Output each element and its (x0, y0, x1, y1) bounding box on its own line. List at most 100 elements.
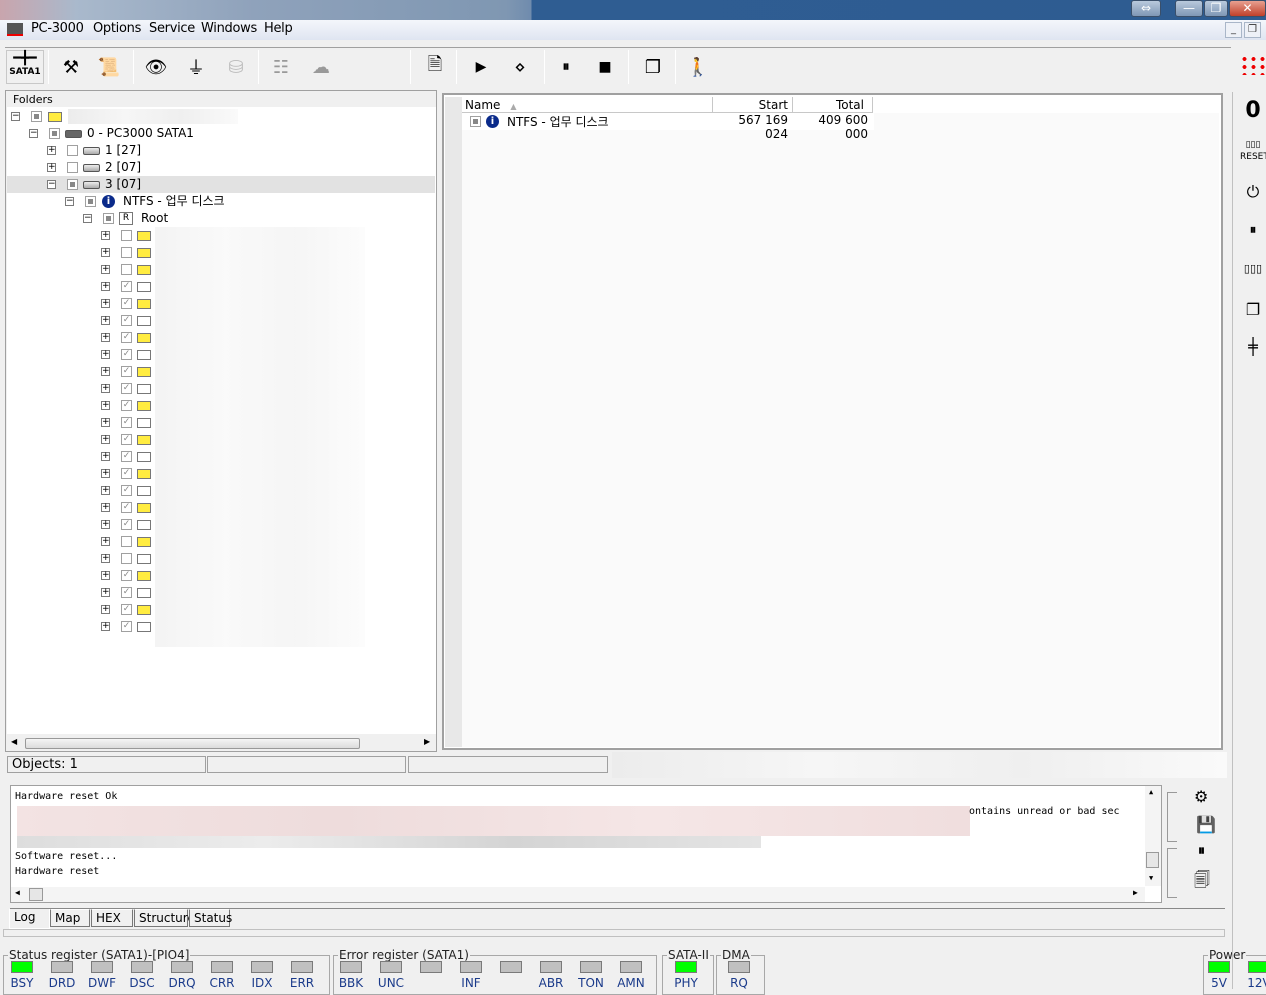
expand-icon[interactable]: + (47, 163, 56, 172)
flowchart-icon[interactable]: ⋄ (505, 52, 535, 82)
tree-drive-row-selected[interactable]: − 3 [07] (7, 176, 435, 193)
info-scroll-icon[interactable]: 📜 (94, 52, 124, 82)
tree-root-folder-row[interactable]: − R Root (7, 210, 435, 227)
expand-icon[interactable]: + (47, 146, 56, 155)
checkbox[interactable]: ✓ (121, 332, 132, 343)
scroll-up-icon[interactable]: ▲ (1149, 788, 1153, 796)
expand-icon[interactable]: + (101, 605, 110, 614)
expand-icon[interactable]: + (101, 418, 110, 427)
log-horizontal-scrollbar[interactable]: ◀ ▶ (11, 887, 1145, 902)
checkbox[interactable] (121, 230, 132, 241)
database-filter-icon[interactable]: ⛁ (221, 52, 251, 82)
checkbox[interactable]: ✓ (121, 315, 132, 326)
checkbox[interactable]: ✓ (121, 349, 132, 360)
expand-icon[interactable]: + (101, 469, 110, 478)
collapse-icon[interactable]: − (11, 112, 20, 121)
zero-counter-icon[interactable]: 0 (1240, 97, 1266, 125)
tree-root-row[interactable]: − (7, 108, 435, 125)
scroll-down-icon[interactable]: ▼ (1149, 874, 1153, 882)
checkbox[interactable]: ✓ (121, 587, 132, 598)
export-document-icon[interactable]: 🗎 (420, 52, 450, 82)
log-settings-icon[interactable]: ⚙ (1194, 787, 1208, 806)
collapse-icon[interactable]: − (65, 197, 74, 206)
expand-icon[interactable]: + (101, 452, 110, 461)
pause-log-icon[interactable]: ⏸ (1198, 843, 1205, 859)
checkbox[interactable]: ✓ (121, 298, 132, 309)
sata-port-button[interactable]: ━╋━ SATA1 (6, 50, 44, 84)
checkbox[interactable] (67, 162, 78, 173)
checkbox[interactable]: ✓ (121, 502, 132, 513)
expand-icon[interactable]: + (101, 520, 110, 529)
minimize-button[interactable]: — (1175, 0, 1203, 17)
checkbox[interactable]: ✓ (121, 604, 132, 615)
collapse-icon[interactable]: − (83, 214, 92, 223)
expand-icon[interactable]: + (101, 265, 110, 274)
expand-icon[interactable]: + (101, 367, 110, 376)
tab-status[interactable]: Status (189, 909, 232, 927)
checkbox[interactable] (67, 179, 78, 190)
checkbox[interactable]: ✓ (121, 485, 132, 496)
power-switch-icon[interactable]: ⏻ (1240, 178, 1266, 206)
checkbox[interactable]: ✓ (121, 468, 132, 479)
column-header-start[interactable]: Start (713, 97, 793, 113)
log-output[interactable]: Hardware reset Ok ontains unread or bad … (10, 785, 1162, 903)
pause-icon[interactable]: ⏸ (1240, 217, 1266, 245)
log-vertical-scrollbar[interactable]: ▲ ▼ (1145, 786, 1161, 886)
expand-icon[interactable]: + (101, 503, 110, 512)
collapse-icon[interactable]: − (47, 180, 56, 189)
windows-icon[interactable]: ❐ (638, 52, 668, 82)
expand-icon[interactable]: + (101, 486, 110, 495)
counter-reset-icon[interactable]: ▯▯▯ (1240, 255, 1266, 283)
expand-icon[interactable]: + (101, 622, 110, 631)
export-log-icon[interactable]: 🗐 (1194, 869, 1210, 896)
pause-icon[interactable]: ⏸ (551, 52, 581, 82)
expand-icon[interactable]: + (101, 350, 110, 359)
collapse-icon[interactable]: − (29, 129, 38, 138)
expand-icon[interactable]: + (101, 282, 110, 291)
play-icon[interactable]: ▶ (466, 52, 496, 82)
scroll-right-icon[interactable]: ▶ (1133, 888, 1138, 897)
reset-icon[interactable]: ▯▯▯ RESET (1240, 139, 1266, 167)
tree-horizontal-scrollbar[interactable]: ◀ ▶ (7, 736, 436, 751)
checkbox[interactable]: ✓ (121, 366, 132, 377)
mdi-restore-button[interactable]: ❐ (1244, 22, 1261, 38)
scrollbar-thumb[interactable] (25, 738, 360, 749)
tools-icon[interactable]: ⚒ (56, 52, 86, 82)
checkbox[interactable]: ✓ (121, 400, 132, 411)
tree-partition-row[interactable]: − i NTFS - 업무 디스크 (7, 193, 435, 210)
column-header-name[interactable]: Name ▲ (462, 97, 713, 113)
binoculars-icon[interactable]: 👁 (141, 52, 171, 82)
save-log-icon[interactable]: 💾 (1196, 815, 1216, 834)
checkbox[interactable]: ✓ (121, 281, 132, 292)
scroll-left-icon[interactable]: ◀ (15, 888, 20, 897)
checkbox[interactable] (121, 553, 132, 564)
expand-icon[interactable]: + (101, 571, 110, 580)
checkbox[interactable]: ✓ (121, 451, 132, 462)
tab-hex[interactable]: HEX (91, 909, 133, 927)
menu-help[interactable]: Help (264, 21, 293, 36)
scrollbar-thumb[interactable] (1146, 852, 1159, 868)
expand-icon[interactable]: + (101, 537, 110, 546)
tree-drive-row[interactable]: + 1 [27] (7, 142, 435, 159)
tree-view-icon[interactable]: ☷ (266, 52, 296, 82)
expand-icon[interactable]: + (101, 231, 110, 240)
mdi-minimize-button[interactable]: _ (1225, 22, 1242, 38)
menu-options[interactable]: Options (93, 21, 141, 36)
checkbox[interactable] (31, 111, 42, 122)
expand-icon[interactable]: + (101, 299, 110, 308)
expand-icon[interactable]: + (101, 401, 110, 410)
expand-icon[interactable]: + (101, 588, 110, 597)
close-button[interactable]: ✕ (1229, 0, 1266, 17)
tab-map[interactable]: Map (50, 909, 90, 927)
checkbox[interactable]: ✓ (121, 570, 132, 581)
list-row[interactable]: i NTFS - 업무 디스크 567 169 024 409 600 000 (462, 113, 874, 141)
checkbox[interactable] (121, 264, 132, 275)
checkbox[interactable] (85, 196, 96, 207)
checkbox[interactable] (470, 116, 481, 127)
checkbox[interactable] (121, 536, 132, 547)
maximize-button[interactable]: ❐ (1204, 0, 1228, 17)
expand-icon[interactable]: + (101, 554, 110, 563)
menu-windows[interactable]: Windows (201, 21, 257, 36)
checkbox[interactable]: ✓ (121, 621, 132, 632)
connector-icon[interactable]: ╪ (1240, 333, 1266, 361)
